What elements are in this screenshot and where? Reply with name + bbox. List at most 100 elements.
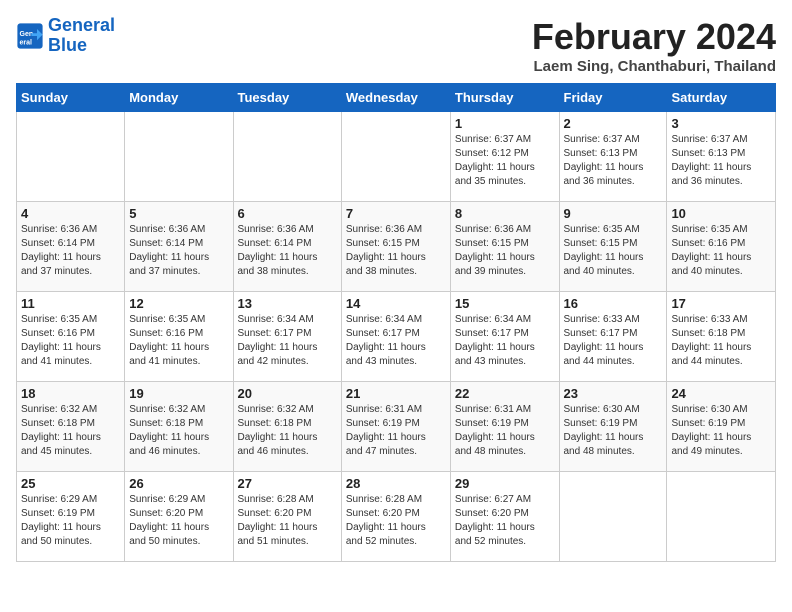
day-info: Sunrise: 6:34 AM Sunset: 6:17 PM Dayligh… (455, 313, 555, 369)
day-info: Sunrise: 6:36 AM Sunset: 6:14 PM Dayligh… (21, 223, 120, 279)
day-number: 28 (346, 476, 446, 491)
calendar-cell: 6Sunrise: 6:36 AM Sunset: 6:14 PM Daylig… (233, 202, 341, 292)
calendar-week-5: 25 Sunrise: 6:29 AM Sunset: 6:19 PM Dayli… (17, 472, 776, 562)
calendar-cell: 3 Sunrise: 6:37 AM Sunset: 6:13 PM Daylig… (667, 112, 776, 202)
day-number: 26 (129, 476, 228, 491)
calendar-cell: 21Sunrise: 6:31 AM Sunset: 6:19 PM Dayli… (341, 382, 450, 472)
logo-line2: Blue (48, 35, 87, 55)
day-info: Sunrise: 6:36 AM Sunset: 6:15 PM Dayligh… (346, 223, 446, 279)
day-number: 25 (21, 476, 120, 491)
day-number: 5 (129, 206, 228, 221)
calendar-cell: 17Sunrise: 6:33 AM Sunset: 6:18 PM Dayli… (667, 292, 776, 382)
day-info: Sunrise: 6:32 AM Sunset: 6:18 PM Dayligh… (129, 403, 228, 459)
logo: Gen eral General Blue (16, 16, 115, 56)
calendar-cell: 5 Sunrise: 6:36 AM Sunset: 6:14 PM Daylig… (125, 202, 233, 292)
calendar-cell (667, 472, 776, 562)
header-tuesday: Tuesday (233, 84, 341, 112)
calendar-cell: 15 Sunrise: 6:34 AM Sunset: 6:17 PM Dayli… (450, 292, 559, 382)
calendar-table: SundayMondayTuesdayWednesdayThursdayFrid… (16, 83, 776, 562)
calendar-cell: 25 Sunrise: 6:29 AM Sunset: 6:19 PM Dayli… (17, 472, 125, 562)
header-sunday: Sunday (17, 84, 125, 112)
calendar-cell: 14Sunrise: 6:34 AM Sunset: 6:17 PM Dayli… (341, 292, 450, 382)
day-number: 22 (455, 386, 555, 401)
calendar-cell: 28Sunrise: 6:28 AM Sunset: 6:20 PM Dayli… (341, 472, 450, 562)
calendar-cell: 9 Sunrise: 6:35 AM Sunset: 6:15 PM Daylig… (559, 202, 667, 292)
day-number: 1 (455, 116, 555, 131)
calendar-cell (17, 112, 125, 202)
day-number: 19 (129, 386, 228, 401)
calendar-cell: 20 Sunrise: 6:32 AM Sunset: 6:18 PM Dayli… (233, 382, 341, 472)
header-thursday: Thursday (450, 84, 559, 112)
day-info: Sunrise: 6:33 AM Sunset: 6:18 PM Dayligh… (671, 313, 771, 369)
day-number: 9 (564, 206, 663, 221)
svg-text:Gen: Gen (20, 31, 34, 38)
day-info: Sunrise: 6:35 AM Sunset: 6:16 PM Dayligh… (671, 223, 771, 279)
day-info: Sunrise: 6:35 AM Sunset: 6:16 PM Dayligh… (21, 313, 120, 369)
calendar-cell (341, 112, 450, 202)
day-info: Sunrise: 6:34 AM Sunset: 6:17 PM Dayligh… (238, 313, 337, 369)
calendar-cell: 13Sunrise: 6:34 AM Sunset: 6:17 PM Dayli… (233, 292, 341, 382)
calendar-cell: 27 Sunrise: 6:28 AM Sunset: 6:20 PM Dayli… (233, 472, 341, 562)
calendar-cell: 29 Sunrise: 6:27 AM Sunset: 6:20 PM Dayli… (450, 472, 559, 562)
calendar-cell: 12Sunrise: 6:35 AM Sunset: 6:16 PM Dayli… (125, 292, 233, 382)
day-number: 2 (564, 116, 663, 131)
day-number: 27 (238, 476, 337, 491)
day-info: Sunrise: 6:31 AM Sunset: 6:19 PM Dayligh… (455, 403, 555, 459)
day-info: Sunrise: 6:32 AM Sunset: 6:18 PM Dayligh… (238, 403, 337, 459)
day-number: 8 (455, 206, 555, 221)
day-number: 15 (455, 296, 555, 311)
calendar-week-4: 18 Sunrise: 6:32 AM Sunset: 6:18 PM Dayli… (17, 382, 776, 472)
day-info: Sunrise: 6:36 AM Sunset: 6:15 PM Dayligh… (455, 223, 555, 279)
day-number: 16 (564, 296, 663, 311)
calendar-cell: 26 Sunrise: 6:29 AM Sunset: 6:20 PM Dayli… (125, 472, 233, 562)
day-info: Sunrise: 6:35 AM Sunset: 6:15 PM Dayligh… (564, 223, 663, 279)
calendar-week-3: 11Sunrise: 6:35 AM Sunset: 6:16 PM Dayli… (17, 292, 776, 382)
day-info: Sunrise: 6:30 AM Sunset: 6:19 PM Dayligh… (564, 403, 663, 459)
day-number: 29 (455, 476, 555, 491)
day-number: 18 (21, 386, 120, 401)
day-info: Sunrise: 6:30 AM Sunset: 6:19 PM Dayligh… (671, 403, 771, 459)
calendar-header-row: SundayMondayTuesdayWednesdayThursdayFrid… (17, 84, 776, 112)
header-saturday: Saturday (667, 84, 776, 112)
title-area: February 2024 Laem Sing, Chanthaburi, Th… (532, 16, 776, 75)
day-info: Sunrise: 6:36 AM Sunset: 6:14 PM Dayligh… (129, 223, 228, 279)
day-info: Sunrise: 6:33 AM Sunset: 6:17 PM Dayligh… (564, 313, 663, 369)
day-number: 24 (671, 386, 771, 401)
day-info: Sunrise: 6:28 AM Sunset: 6:20 PM Dayligh… (238, 493, 337, 549)
day-info: Sunrise: 6:29 AM Sunset: 6:20 PM Dayligh… (129, 493, 228, 549)
calendar-cell: 2 Sunrise: 6:37 AM Sunset: 6:13 PM Daylig… (559, 112, 667, 202)
day-info: Sunrise: 6:27 AM Sunset: 6:20 PM Dayligh… (455, 493, 555, 549)
day-number: 12 (129, 296, 228, 311)
calendar-cell: 11Sunrise: 6:35 AM Sunset: 6:16 PM Dayli… (17, 292, 125, 382)
day-number: 7 (346, 206, 446, 221)
calendar-cell: 7 Sunrise: 6:36 AM Sunset: 6:15 PM Daylig… (341, 202, 450, 292)
header-friday: Friday (559, 84, 667, 112)
logo-line1: General (48, 15, 115, 35)
day-info: Sunrise: 6:29 AM Sunset: 6:19 PM Dayligh… (21, 493, 120, 549)
calendar-cell (559, 472, 667, 562)
calendar-week-2: 4 Sunrise: 6:36 AM Sunset: 6:14 PM Daylig… (17, 202, 776, 292)
calendar-cell (125, 112, 233, 202)
day-number: 21 (346, 386, 446, 401)
calendar-cell: 4 Sunrise: 6:36 AM Sunset: 6:14 PM Daylig… (17, 202, 125, 292)
day-number: 23 (564, 386, 663, 401)
calendar-cell: 18 Sunrise: 6:32 AM Sunset: 6:18 PM Dayli… (17, 382, 125, 472)
header: Gen eral General Blue February 2024 Laem… (16, 16, 776, 75)
logo-text: General Blue (48, 16, 115, 56)
calendar-cell (233, 112, 341, 202)
calendar-cell: 1Sunrise: 6:37 AM Sunset: 6:12 PM Daylig… (450, 112, 559, 202)
day-number: 20 (238, 386, 337, 401)
header-monday: Monday (125, 84, 233, 112)
day-number: 3 (671, 116, 771, 131)
day-info: Sunrise: 6:37 AM Sunset: 6:13 PM Dayligh… (564, 133, 663, 189)
day-number: 4 (21, 206, 120, 221)
day-info: Sunrise: 6:37 AM Sunset: 6:13 PM Dayligh… (671, 133, 771, 189)
calendar-cell: 8 Sunrise: 6:36 AM Sunset: 6:15 PM Daylig… (450, 202, 559, 292)
calendar-cell: 10 Sunrise: 6:35 AM Sunset: 6:16 PM Dayli… (667, 202, 776, 292)
day-info: Sunrise: 6:32 AM Sunset: 6:18 PM Dayligh… (21, 403, 120, 459)
svg-text:eral: eral (20, 39, 33, 46)
header-wednesday: Wednesday (341, 84, 450, 112)
day-number: 10 (671, 206, 771, 221)
day-info: Sunrise: 6:36 AM Sunset: 6:14 PM Dayligh… (238, 223, 337, 279)
day-number: 14 (346, 296, 446, 311)
